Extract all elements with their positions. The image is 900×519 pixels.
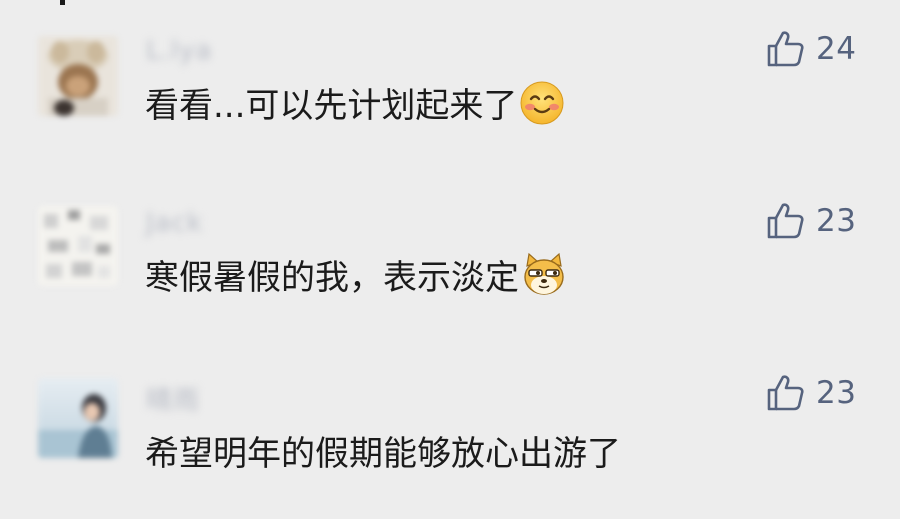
- like-count: 23: [816, 203, 857, 239]
- comment-text: 希望明年的假期能够放心出游了: [145, 426, 621, 475]
- comment-username[interactable]: Jack: [146, 208, 203, 238]
- avatar[interactable]: [38, 378, 118, 458]
- smug-doge-emoji: [521, 252, 567, 298]
- avatar[interactable]: [38, 206, 118, 286]
- like-button[interactable]: 23: [766, 374, 856, 412]
- comment-username[interactable]: 晴雨: [146, 380, 200, 417]
- comment-text-content: 希望明年的假期能够放心出游了: [145, 434, 621, 474]
- comment-text: 寒假暑假的我，表示淡定: [145, 250, 567, 299]
- thumbs-up-icon: [766, 202, 804, 240]
- like-count: 23: [816, 375, 857, 411]
- comment-item: 晴雨 希望明年的假期能够放心出游了 23: [0, 0, 900, 474]
- thumbs-up-icon: [766, 374, 804, 412]
- like-button[interactable]: 23: [766, 202, 856, 240]
- comment-text-content: 寒假暑假的我，表示淡定: [145, 258, 519, 298]
